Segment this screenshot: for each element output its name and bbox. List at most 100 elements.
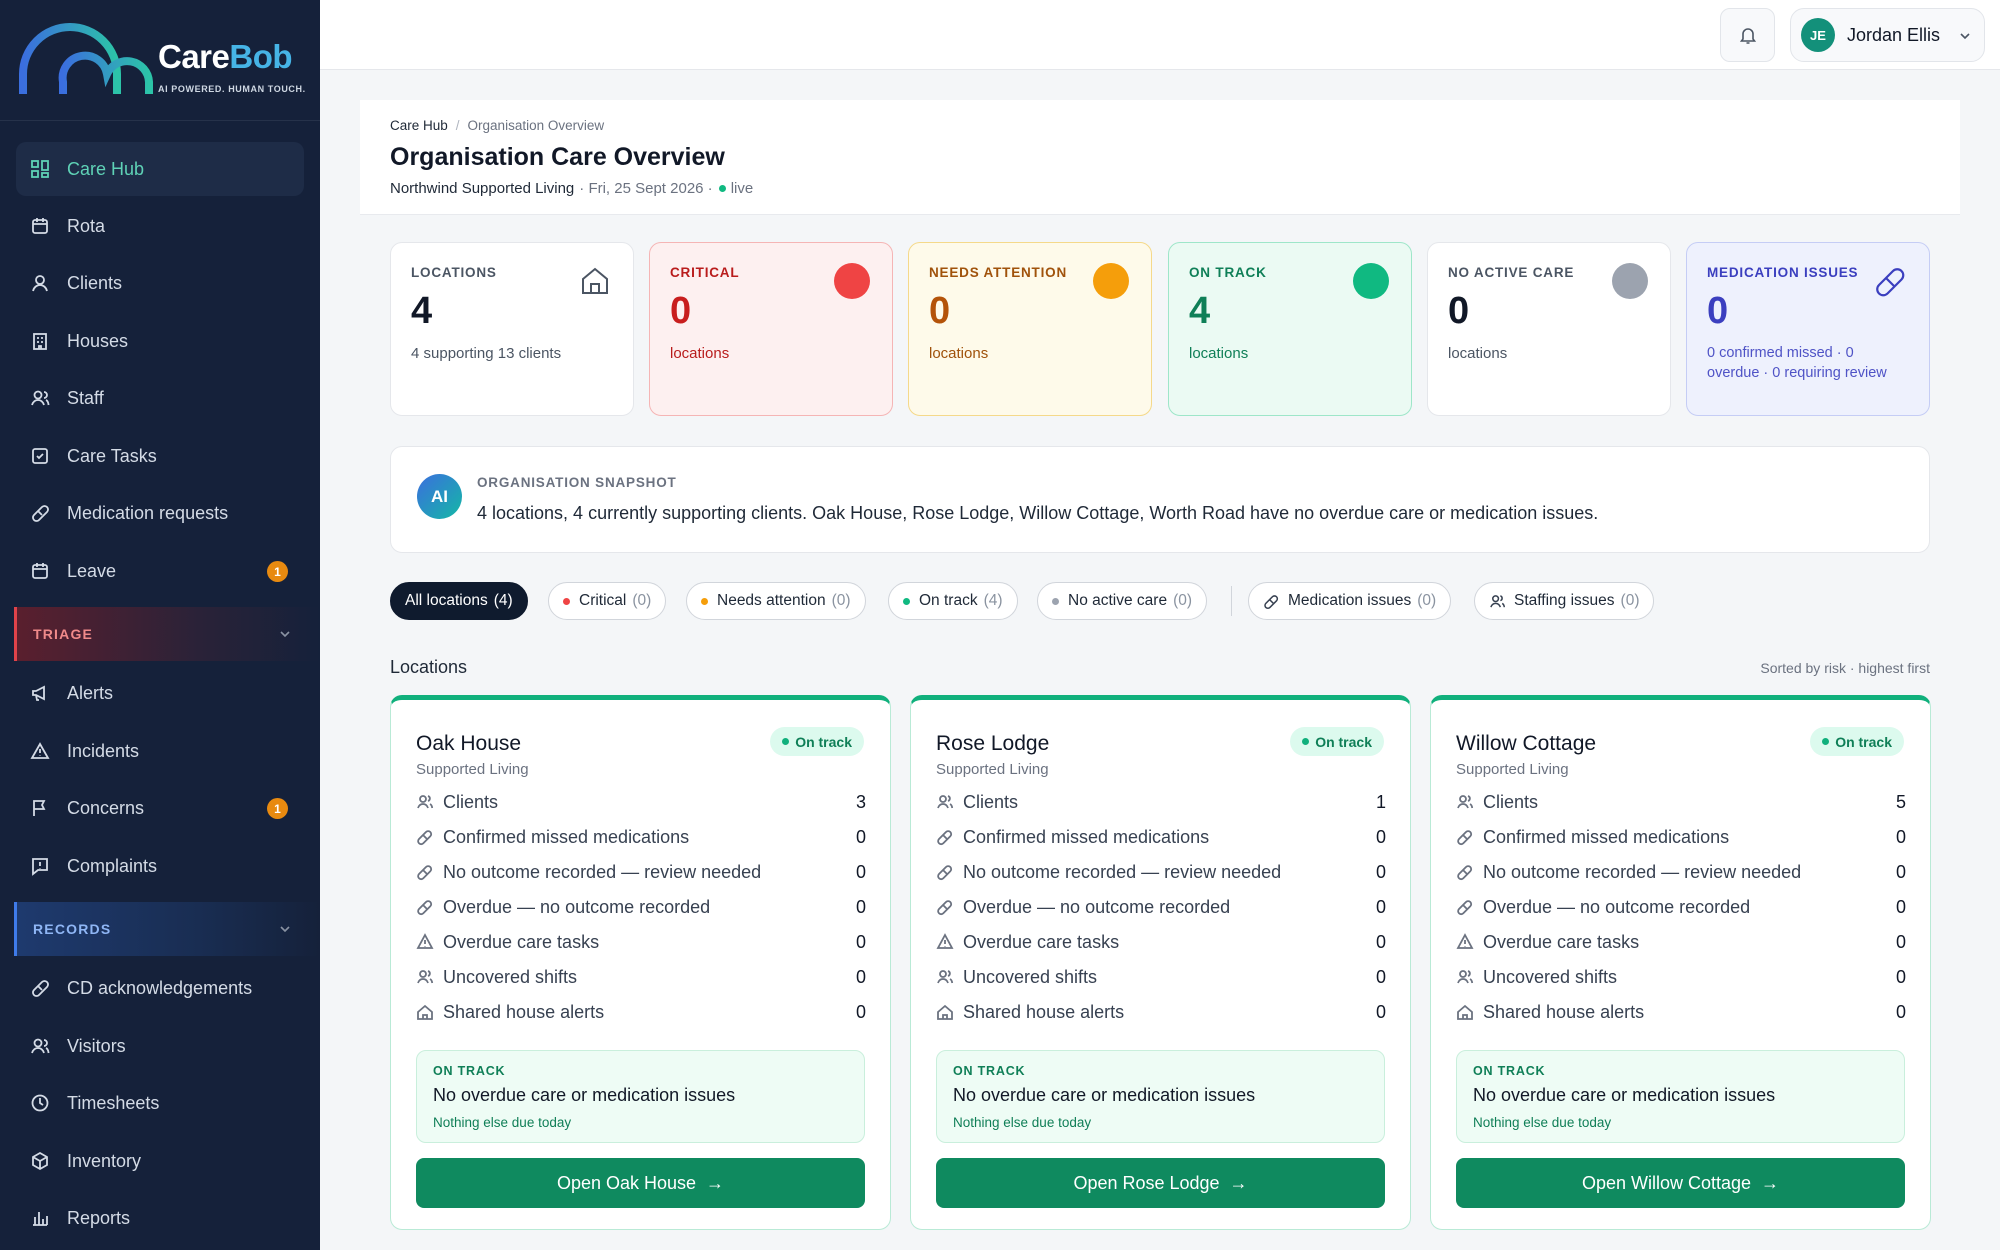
- status-summary: ON TRACK No overdue care or medication is…: [416, 1050, 865, 1143]
- metric-value: 0: [1375, 966, 1386, 987]
- pill-icon: [417, 900, 433, 916]
- sidebar-item-cd-acknowledgements[interactable]: CD acknowledgements: [16, 961, 304, 1015]
- sidebar-item-visitors[interactable]: Visitors: [16, 1019, 304, 1073]
- sidebar-item-reports[interactable]: Reports: [16, 1191, 304, 1245]
- sidebar-item-medication-requests[interactable]: Medication requests: [16, 486, 304, 540]
- filter-count: (0): [1620, 592, 1640, 609]
- location-name[interactable]: Rose Lodge: [936, 732, 1049, 756]
- open-location-button[interactable]: Open Willow Cottage →: [1456, 1158, 1905, 1208]
- sidebar-item-leave[interactable]: Leave 1: [16, 544, 304, 598]
- section-label: TRIAGE: [33, 626, 94, 642]
- stat-card-no-active-care[interactable]: NO ACTIVE CARE 0 locations: [1427, 242, 1671, 416]
- attention-dot: [701, 597, 708, 605]
- sidebar: CareBob AI POWERED. HUMAN TOUCH. Care Hu…: [0, 0, 320, 1250]
- metric-overdue-care-tasks: Overdue care tasks 0: [416, 927, 866, 957]
- filter-all-locations[interactable]: All locations (4): [390, 582, 528, 620]
- stat-card-locations[interactable]: LOCATIONS 4 4 supporting 13 clients: [390, 242, 634, 416]
- metric-missed-medications: Confirmed missed medications 0: [936, 822, 1386, 852]
- metric-label: Uncovered shifts: [963, 966, 1098, 987]
- sidebar-item-label: Inventory: [67, 1150, 142, 1171]
- pill-icon: [937, 830, 953, 846]
- sidebar-item-label: Clients: [67, 272, 123, 293]
- users-icon: [1490, 594, 1506, 607]
- stat-card-critical[interactable]: CRITICAL 0 locations: [649, 242, 893, 416]
- filter-staffing-issues[interactable]: Staffing issues (0): [1474, 582, 1655, 620]
- notifications-button[interactable]: [1720, 8, 1775, 62]
- open-location-button[interactable]: Open Rose Lodge →: [936, 1158, 1385, 1208]
- stat-card-on-track[interactable]: ON TRACK 4 locations: [1168, 242, 1412, 416]
- sidebar-item-care-hub[interactable]: Care Hub: [16, 142, 304, 196]
- sidebar-item-alerts[interactable]: Alerts: [16, 666, 304, 720]
- users-icon: [1457, 795, 1474, 809]
- metric-value: 0: [855, 1001, 866, 1022]
- inactive-dot: [1052, 597, 1059, 605]
- button-label: Open Oak House: [556, 1172, 697, 1193]
- metric-clients: Clients 1: [936, 787, 1386, 817]
- breadcrumb-separator: /: [455, 118, 460, 133]
- building-icon: [30, 331, 50, 351]
- sidebar-item-concerns[interactable]: Concerns 1: [16, 781, 304, 835]
- chevron-down-icon: [280, 926, 290, 933]
- location-card[interactable]: Oak House Supported Living On track Clients…: [390, 695, 891, 1230]
- warning-icon: [936, 933, 954, 949]
- location-name[interactable]: Willow Cottage: [1456, 732, 1596, 756]
- user-menu-button[interactable]: JE Jordan Ellis: [1790, 8, 1985, 62]
- button-label: Open Rose Lodge: [1073, 1172, 1220, 1193]
- metric-uncovered-shifts: Uncovered shifts 0: [1456, 962, 1906, 992]
- open-location-button[interactable]: Open Oak House →: [416, 1158, 865, 1208]
- status-badge: On track: [1290, 727, 1384, 756]
- metric-label: Overdue — no outcome recorded: [443, 896, 711, 917]
- sidebar-item-houses[interactable]: Houses: [16, 314, 304, 368]
- metric-label: Overdue care tasks: [443, 931, 600, 952]
- location-card[interactable]: Willow Cottage Supported Living On track Cl…: [1430, 695, 1931, 1230]
- metric-value: 0: [1895, 1001, 1906, 1022]
- status-summary-label: ON TRACK: [953, 1064, 1026, 1078]
- page-header: Care Hub / Organisation Overview Organis…: [360, 100, 1960, 215]
- chevron-down-icon: [280, 631, 290, 638]
- warning-icon: [416, 933, 434, 949]
- filter-label: Staffing issues: [1514, 592, 1615, 609]
- location-name[interactable]: Oak House: [416, 732, 521, 756]
- metric-label: Uncovered shifts: [443, 966, 578, 987]
- metric-uncovered-shifts: Uncovered shifts 0: [416, 962, 866, 992]
- location-card[interactable]: Rose Lodge Supported Living On track Client…: [910, 695, 1411, 1230]
- sidebar-item-timesheets[interactable]: Timesheets: [16, 1076, 304, 1130]
- status-summary: ON TRACK No overdue care or medication is…: [936, 1050, 1385, 1143]
- metric-no-outcome: No outcome recorded — review needed 0: [1456, 857, 1906, 887]
- sidebar-item-staff[interactable]: Staff: [16, 371, 304, 425]
- metric-label: Clients: [1483, 791, 1539, 812]
- sidebar-item-inventory[interactable]: Inventory: [16, 1134, 304, 1188]
- filter-needs-attention[interactable]: Needs attention (0): [686, 582, 866, 620]
- metric-value: 0: [1895, 896, 1906, 917]
- status-summary: ON TRACK No overdue care or medication is…: [1456, 1050, 1905, 1143]
- section-records[interactable]: RECORDS: [14, 902, 320, 956]
- filter-no-active-care[interactable]: No active care (0): [1037, 582, 1208, 620]
- metric-label: Overdue care tasks: [1483, 931, 1640, 952]
- stat-card-needs-attention[interactable]: NEEDS ATTENTION 0 locations: [908, 242, 1152, 416]
- sidebar-item-clients[interactable]: Clients: [16, 256, 304, 310]
- stat-card-medication-issues[interactable]: MEDICATION ISSUES 0 0 confirmed missed ·…: [1686, 242, 1930, 416]
- org-name: Northwind Supported Living: [390, 180, 575, 197]
- sidebar-item-rota[interactable]: Rota: [16, 199, 304, 253]
- sidebar-item-label: Care Tasks: [67, 445, 157, 466]
- filter-medication-issues[interactable]: Medication issues (0): [1248, 582, 1452, 620]
- metric-value: 0: [1895, 931, 1906, 952]
- sidebar-item-complaints[interactable]: Complaints: [16, 839, 304, 893]
- sidebar-item-label: Complaints: [67, 855, 158, 876]
- sidebar-item-incidents[interactable]: Incidents: [16, 724, 304, 778]
- metric-overdue-no-outcome: Overdue — no outcome recorded 0: [1456, 892, 1906, 922]
- metric-label: Overdue care tasks: [963, 931, 1120, 952]
- sidebar-item-label: Concerns: [67, 797, 145, 818]
- logo[interactable]: CareBob AI POWERED. HUMAN TOUCH.: [0, 0, 320, 121]
- section-triage[interactable]: TRIAGE: [14, 607, 320, 661]
- metric-label: Shared house alerts: [963, 1001, 1125, 1022]
- sidebar-item-care-tasks[interactable]: Care Tasks: [16, 429, 304, 483]
- filter-critical[interactable]: Critical (0): [548, 582, 667, 620]
- stat-value: 0: [1448, 290, 1470, 332]
- breadcrumb-link[interactable]: Care Hub: [390, 118, 448, 133]
- sidebar-item-label: Visitors: [67, 1035, 126, 1056]
- filter-on-track[interactable]: On track (4): [888, 582, 1018, 620]
- calendar-icon: [30, 216, 50, 236]
- users-icon: [937, 795, 954, 809]
- pill-icon: [1457, 830, 1473, 846]
